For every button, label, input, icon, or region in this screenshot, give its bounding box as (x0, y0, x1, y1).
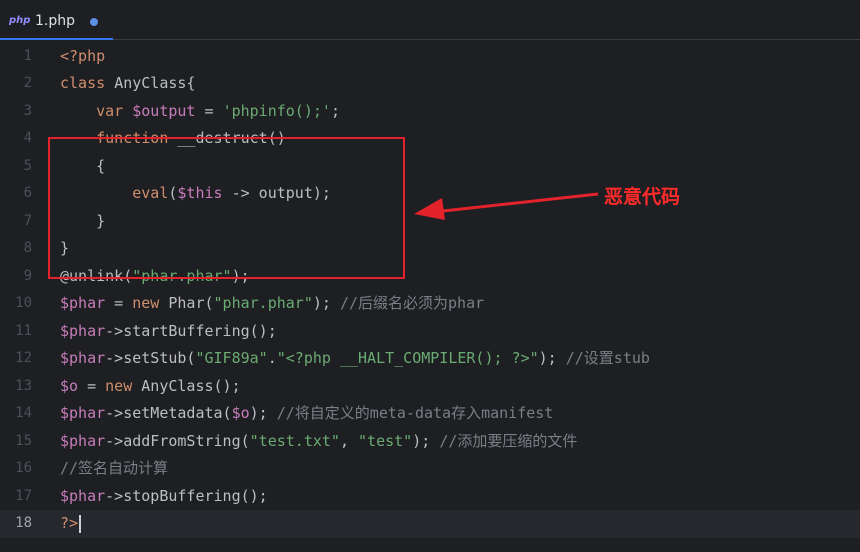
code-token: $o (60, 376, 79, 395)
code-token: ); (412, 431, 440, 450)
code-token: Phar( (168, 294, 214, 312)
code-text: $phar->setStub("GIF89a"."<?php __HALT_CO… (60, 345, 650, 373)
code-line[interactable]: 3 var $output = 'phpinfo();'; (0, 98, 860, 126)
line-number: 4 (23, 130, 32, 146)
code-text: $phar->startBuffering(); (60, 318, 277, 346)
code-token: ?> (60, 514, 79, 532)
php-file-icon: php (9, 15, 31, 26)
code-token: //将自定义的meta-data存入manifest (276, 404, 554, 422)
code-line[interactable]: 18 ?> (0, 510, 860, 538)
code-text: var $output = 'phpinfo();'; (60, 98, 340, 126)
code-token: = (195, 101, 223, 120)
code-line[interactable]: 11 $phar->startBuffering(); (0, 318, 860, 346)
code-text: ?> (60, 510, 82, 538)
code-token: //签名自动计算 (60, 459, 169, 477)
code-token: "<?php __HALT_COMPILER(); ?>" (276, 349, 539, 367)
line-number: 12 (15, 350, 32, 366)
code-token: $phar (60, 294, 106, 312)
line-number: 10 (15, 295, 32, 311)
code-token: = (78, 376, 106, 395)
line-number: 15 (15, 432, 32, 449)
code-token: "GIF89a" (195, 349, 268, 367)
code-token: $phar (60, 486, 106, 505)
code-text: $phar = new Phar("phar.phar"); //后缀名必须为p… (60, 290, 484, 318)
code-token: $phar (60, 431, 106, 450)
code-token: , (339, 431, 359, 450)
code-token: 'phpinfo();' (222, 101, 331, 120)
line-number: 13 (15, 377, 32, 394)
code-token: new (105, 376, 142, 395)
file-tab[interactable]: php 1.php (0, 0, 113, 40)
code-token: = (105, 294, 133, 312)
line-number: 9 (23, 267, 32, 284)
code-token: $phar (60, 404, 106, 422)
annotation-label: 恶意代码 (604, 186, 681, 208)
modified-indicator-icon (90, 18, 98, 26)
line-number: 16 (15, 460, 32, 476)
line-number: 14 (15, 405, 32, 421)
highlight-box (48, 137, 405, 279)
code-token: class (60, 74, 115, 92)
code-line[interactable]: 1 <?php (0, 43, 860, 71)
code-token: ); (538, 349, 566, 367)
text-cursor (79, 514, 82, 533)
code-editor[interactable]: 1 <?php 2 class AnyClass{3 var $output = 'p… (0, 41, 860, 552)
code-token: var (96, 101, 133, 120)
code-line[interactable]: 10 $phar = new Phar("phar.phar"); //后缀名必须… (0, 290, 860, 318)
code-token: ->setStub( (105, 349, 196, 367)
code-token: //后缀名必须为phar (339, 294, 485, 312)
code-token: . (267, 349, 277, 367)
code-token: ); (312, 294, 340, 312)
code-token: AnyClass(); (141, 376, 241, 395)
arrow-icon (414, 192, 599, 220)
editor-tab-bar: php 1.php (0, 0, 860, 40)
code-token: new (132, 294, 169, 312)
line-number: 17 (15, 487, 32, 504)
code-line[interactable]: 13 $o = new AnyClass(); (0, 373, 860, 401)
code-token: "phar.phar" (213, 294, 313, 312)
line-number: 2 (23, 75, 32, 91)
code-token: AnyClass{ (114, 74, 196, 92)
code-text: $o = new AnyClass(); (60, 373, 241, 401)
code-token: "test" (358, 431, 413, 450)
code-token: ); (249, 404, 277, 422)
code-line[interactable]: 15 $phar->addFromString("test.txt", "test… (0, 428, 860, 456)
code-token: ->setMetadata( (105, 404, 232, 422)
code-line[interactable]: 14 $phar->setMetadata($o); //将自定义的meta-da… (0, 400, 860, 428)
line-number: 3 (23, 102, 32, 119)
line-number: 18 (15, 515, 32, 531)
code-token: $phar (60, 349, 106, 367)
line-number: 7 (23, 212, 32, 229)
code-token: $phar (60, 321, 106, 340)
code-token: ->stopBuffering(); (105, 486, 268, 505)
code-line[interactable]: 16 //签名自动计算 (0, 455, 860, 483)
code-text: class AnyClass{ (60, 70, 195, 98)
code-token: ; (330, 101, 340, 120)
code-line[interactable]: 17 $phar->stopBuffering(); (0, 483, 860, 511)
file-tab-label: 1.php (35, 13, 76, 29)
code-token: $o (231, 404, 250, 422)
code-token: "test.txt" (249, 431, 340, 450)
code-token: ->startBuffering(); (105, 321, 277, 340)
line-number: 11 (15, 322, 32, 339)
code-token: <?php (60, 46, 106, 65)
code-text: $phar->addFromString("test.txt", "test")… (60, 428, 577, 456)
code-text: //签名自动计算 (60, 455, 168, 483)
line-number: 6 (23, 185, 32, 201)
line-number: 5 (23, 157, 32, 174)
code-token: //设置stub (565, 349, 650, 367)
code-line[interactable]: 2 class AnyClass{ (0, 70, 860, 98)
code-token: $output (132, 101, 196, 120)
code-text: <?php (60, 43, 105, 71)
code-text: $phar->setMetadata($o); //将自定义的meta-data… (60, 400, 553, 428)
code-token: ->addFromString( (105, 431, 250, 450)
code-token: //添加要压缩的文件 (439, 431, 578, 450)
code-text: $phar->stopBuffering(); (60, 483, 268, 511)
line-number: 1 (23, 47, 32, 64)
line-number: 8 (23, 240, 32, 256)
code-line[interactable]: 12 $phar->setStub("GIF89a"."<?php __HALT_… (0, 345, 860, 373)
